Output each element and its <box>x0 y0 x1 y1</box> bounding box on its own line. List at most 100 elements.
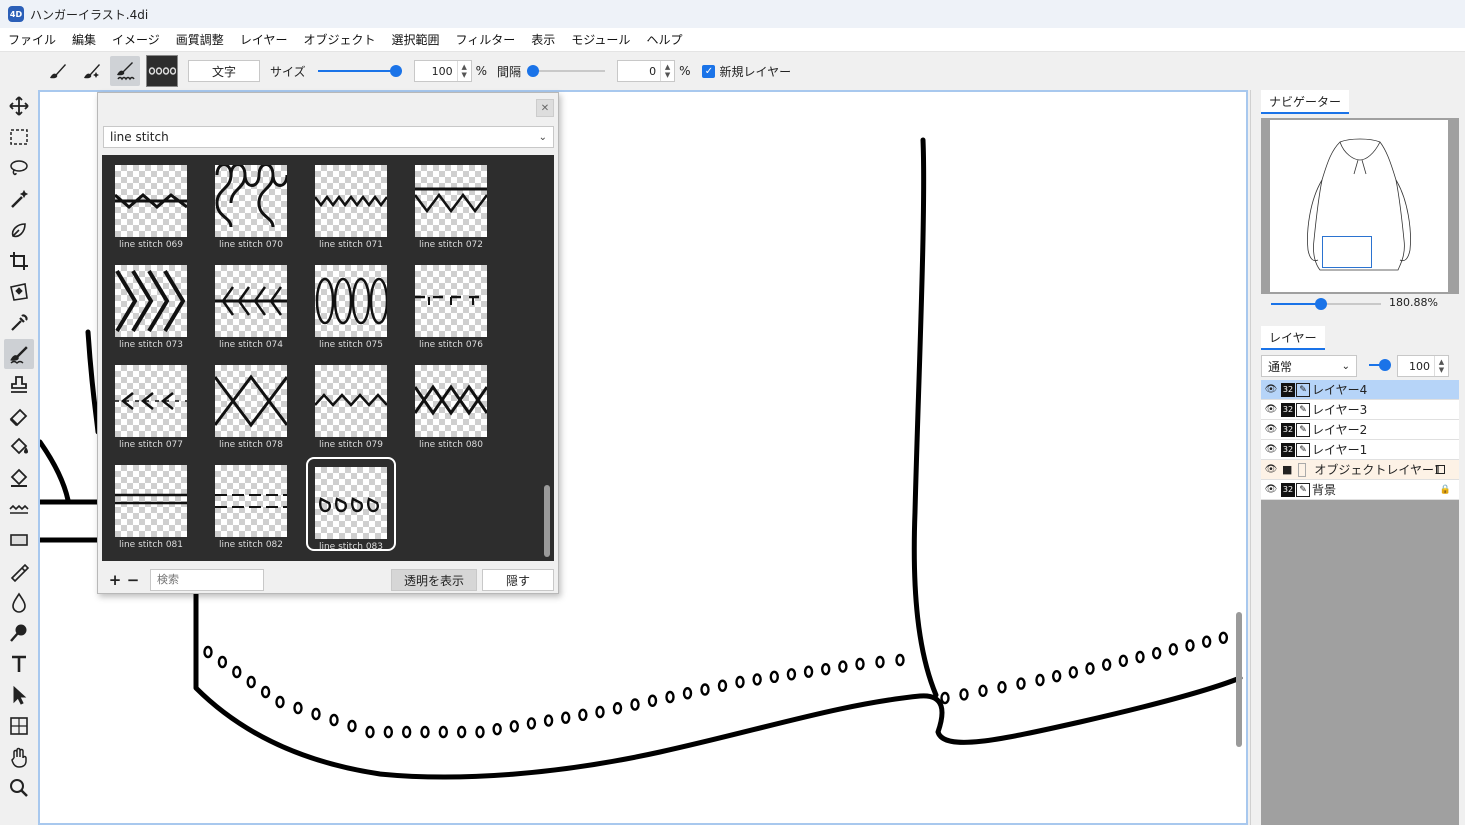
size-slider-knob[interactable] <box>389 65 402 77</box>
eye-icon[interactable]: 👁 <box>1263 404 1279 415</box>
brush-item[interactable]: line stitch 080 <box>406 357 496 451</box>
brush-item[interactable]: line stitch 072 <box>406 157 496 251</box>
brush-item[interactable]: line stitch 074 <box>206 257 296 351</box>
gradient-bucket-tool[interactable] <box>4 463 34 493</box>
crop-tool[interactable] <box>4 246 34 276</box>
hand-tool[interactable] <box>4 742 34 772</box>
layer-row[interactable]: 👁 32 ✎ 背景 🔒 <box>1261 480 1459 500</box>
spacing-spinbox[interactable]: 0 ▲ ▼ <box>617 60 676 82</box>
transform-tool[interactable] <box>4 277 34 307</box>
menu-filter[interactable]: フィルター <box>447 28 523 52</box>
rect-select-icon <box>10 129 28 145</box>
canvas-scrollbar[interactable] <box>1236 612 1242 747</box>
menu-selection[interactable]: 選択範囲 <box>383 28 447 52</box>
navigator-zoom-knob[interactable] <box>1314 298 1327 310</box>
tab-layers[interactable]: レイヤー <box>1261 326 1325 350</box>
smudge-tool[interactable] <box>4 618 34 648</box>
menu-layer[interactable]: レイヤー <box>232 28 296 52</box>
new-layer-checkbox[interactable]: ✓ <box>702 64 716 78</box>
menu-object[interactable]: オブジェクト <box>295 28 383 52</box>
eraser-tool[interactable] <box>4 401 34 431</box>
spacing-slider[interactable] <box>527 64 606 78</box>
brush-item[interactable]: line stitch 076 <box>406 257 496 351</box>
eye-icon[interactable]: 👁 <box>1263 444 1279 455</box>
brush-grid-scrollbar[interactable] <box>544 485 550 557</box>
brush-item[interactable]: line stitch 069 <box>106 157 196 251</box>
brush-item[interactable]: line stitch 081 <box>106 457 196 551</box>
layer-opacity-slider[interactable] <box>1369 358 1391 372</box>
size-spinbox[interactable]: 100 ▲ ▼ <box>413 60 472 82</box>
select-arrow-tool[interactable] <box>4 680 34 710</box>
layers-list: 👁 32 ✎ レイヤー4 👁 32 ✎ レイヤー3 👁 32 ✎ レイヤー2 👁 32 ✎ レイヤー1 👁 ■ オブ… <box>1261 380 1459 825</box>
brush-search-input[interactable] <box>150 569 264 591</box>
size-slider[interactable] <box>317 64 402 78</box>
magic-wand-tool[interactable] <box>4 184 34 214</box>
eye-icon[interactable]: 👁 <box>1263 424 1279 435</box>
layer-row[interactable]: 👁 32 ✎ レイヤー3 <box>1261 400 1459 420</box>
brush-item[interactable]: line stitch 082 <box>206 457 296 551</box>
brush-item[interactable]: line stitch 079 <box>306 357 396 451</box>
spacing-stepper-icon[interactable]: ▲ ▼ <box>660 61 674 81</box>
menu-view[interactable]: 表示 <box>523 28 563 52</box>
brush-tool[interactable] <box>4 339 34 369</box>
remove-brush-icon[interactable]: − <box>126 571 140 589</box>
navigator-viewport-rect[interactable] <box>1322 236 1372 268</box>
menu-adjust[interactable]: 画質調整 <box>168 28 232 52</box>
menu-help[interactable]: ヘルプ <box>638 28 690 52</box>
move-tool[interactable] <box>4 91 34 121</box>
fill-bucket-tool[interactable] <box>4 432 34 462</box>
navigator-zoom-slider[interactable] <box>1271 297 1381 311</box>
blend-mode-dropdown[interactable]: 通常 ⌄ <box>1261 355 1357 377</box>
text-button[interactable]: 文字 <box>188 60 260 82</box>
brush-item[interactable]: line stitch 083 <box>306 457 396 552</box>
menu-edit[interactable]: 編集 <box>64 28 104 52</box>
pen-tool-tool[interactable] <box>4 215 34 245</box>
show-transparent-button[interactable]: 透明を表示 <box>391 569 477 591</box>
brush-item[interactable]: line stitch 077 <box>106 357 196 451</box>
layer-row[interactable]: 👁 32 ✎ レイヤー1 <box>1261 440 1459 460</box>
brush-item[interactable]: line stitch 073 <box>106 257 196 351</box>
close-icon[interactable]: ✕ <box>536 99 554 117</box>
navigator-view[interactable] <box>1261 118 1459 294</box>
eyedropper-tool[interactable] <box>4 308 34 338</box>
stamp-tool[interactable] <box>4 370 34 400</box>
size-stepper-icon[interactable]: ▲ ▼ <box>456 61 471 81</box>
text-tool[interactable] <box>4 649 34 679</box>
layer-row[interactable]: 👁 32 ✎ レイヤー2 <box>1261 420 1459 440</box>
menu-module[interactable]: モジュール <box>563 28 638 52</box>
tab-navigator[interactable]: ナビゲーター <box>1261 90 1350 114</box>
eye-icon[interactable]: 👁 <box>1263 484 1279 495</box>
layer-row[interactable]: 👁 ■ オブジェクトレイヤー1 <box>1261 460 1459 480</box>
layer-opacity-knob[interactable] <box>1379 359 1391 371</box>
brush-item[interactable]: line stitch 078 <box>206 357 296 451</box>
spacing-value[interactable]: 0 <box>618 65 660 78</box>
brush-tip-preview[interactable] <box>146 55 178 87</box>
lasso-tool[interactable] <box>4 153 34 183</box>
brush-item[interactable]: line stitch 075 <box>306 257 396 351</box>
sparkle-brush-button[interactable] <box>76 56 106 86</box>
menu-image[interactable]: イメージ <box>104 28 168 52</box>
eye-icon[interactable]: 👁 <box>1263 384 1279 395</box>
add-brush-icon[interactable]: + <box>108 571 122 589</box>
blur-drop-tool[interactable] <box>4 587 34 617</box>
menu-file[interactable]: ファイル <box>0 28 64 52</box>
pattern-tool[interactable] <box>4 494 34 524</box>
brush-item[interactable]: line stitch 071 <box>306 157 396 251</box>
spacing-slider-knob[interactable] <box>527 65 540 77</box>
pattern-brush-button[interactable] <box>110 56 140 86</box>
layer-opacity-value[interactable]: 100 <box>1398 360 1434 373</box>
brush-category-dropdown[interactable]: line stitch ⌄ <box>103 126 554 148</box>
brush-mode-button[interactable] <box>42 56 72 86</box>
mesh-transform-tool[interactable] <box>4 711 34 741</box>
layer-opacity-spinbox[interactable]: 100 ▲ ▼ <box>1397 355 1449 377</box>
layer-row[interactable]: 👁 32 ✎ レイヤー4 <box>1261 380 1459 400</box>
size-value[interactable]: 100 <box>415 65 457 78</box>
hide-button[interactable]: 隠す <box>482 569 554 591</box>
eye-icon[interactable]: 👁 <box>1263 464 1279 475</box>
brush-item[interactable]: line stitch 070 <box>206 157 296 251</box>
zoom-tool[interactable] <box>4 773 34 803</box>
pen-outline-tool[interactable] <box>4 556 34 586</box>
rect-select-tool[interactable] <box>4 122 34 152</box>
shape-tool[interactable] <box>4 525 34 555</box>
opacity-stepper-icon[interactable]: ▲ ▼ <box>1434 356 1448 376</box>
